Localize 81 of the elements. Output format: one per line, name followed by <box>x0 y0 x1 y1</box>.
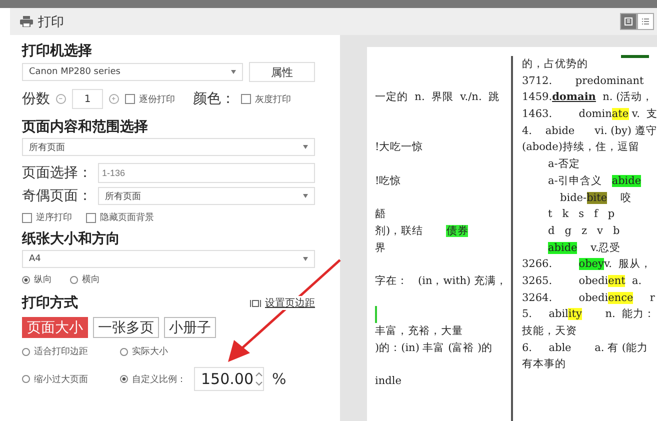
document-text-line: 字在： (in，with) 充满， <box>375 274 507 287</box>
highlight-mark <box>621 55 649 58</box>
document-text-line: 剂)，联结 债券 <box>375 224 468 237</box>
color-label: 颜色： <box>193 90 235 108</box>
radio-label: 纵向 <box>34 274 52 286</box>
document-text-line: 1463. dominate v. 支 <box>522 108 657 120</box>
document-text-line: bide-bite 咬 <box>560 192 632 204</box>
radio-button[interactable] <box>22 375 30 383</box>
page-view-icon[interactable] <box>620 13 637 30</box>
checkbox[interactable] <box>125 94 135 104</box>
radio-label: 适合打印边距 <box>34 346 88 358</box>
document-text-line: 6. able a. 有 (能力 <box>522 342 648 354</box>
document-text-line: 的，占优势的 <box>522 58 588 70</box>
caret-icon <box>303 194 308 198</box>
checkbox[interactable] <box>241 94 251 104</box>
radio-label: 缩小过大页面 <box>34 374 88 386</box>
document-text-line: 5. ability n. 能力： <box>522 308 656 320</box>
document-text-line: 界 <box>375 242 386 254</box>
document-text-line: indle <box>375 375 402 388</box>
document-text-line: a-引申含义 abide <box>548 174 642 187</box>
document-text-line: 4. abide vi. (by) 遵守 <box>522 124 657 137</box>
document-text-line: 1459.domain n. (活动， <box>522 91 654 104</box>
caret-icon <box>303 257 308 261</box>
section-heading: 页面内容和范围选择 <box>22 118 149 136</box>
caret-icon <box>231 70 236 74</box>
document-text-line: 3264. obedience r <box>522 292 655 304</box>
document-text-line: 技能，天资 <box>522 325 577 337</box>
section-heading: 打印方式 <box>22 294 78 312</box>
radio-button[interactable] <box>120 375 128 383</box>
page-selection-field[interactable]: 1-136 <box>98 163 315 183</box>
document-text-line: d g z v b <box>548 224 620 237</box>
document-text-line: abide v.忍受 <box>548 242 621 254</box>
section-heading: 纸张大小和方向 <box>22 230 121 248</box>
margin-icon <box>250 298 261 308</box>
scale-field[interactable]: 150.00 <box>194 367 264 391</box>
print-mode-tab[interactable]: 小册子 <box>164 317 216 338</box>
minus-icon[interactable] <box>56 94 66 104</box>
printer-dropdown[interactable]: Canon MP280 series <box>22 63 243 81</box>
checkbox[interactable] <box>22 212 32 222</box>
document-text-line: 有本事的 <box>522 358 566 370</box>
checkbox-label: 逆序打印 <box>36 212 72 224</box>
document-text-line: 3712. predominant <box>522 74 644 87</box>
checkbox[interactable] <box>86 212 96 222</box>
document-text-line: )的：(in) 丰富 (富裕 )的 <box>375 342 493 354</box>
print-mode-tab[interactable]: 页面大小 <box>22 317 88 338</box>
checkbox-label: 逐份打印 <box>139 94 175 106</box>
page-selection-label: 页面选择： <box>22 164 92 182</box>
window-title: 打印 <box>38 14 64 30</box>
paper-size-dropdown[interactable]: A4 <box>22 250 315 268</box>
document-text-line: a-否定 <box>548 158 580 170</box>
radio-button[interactable] <box>70 276 78 284</box>
odd-even-label: 奇偶页面： <box>22 187 92 205</box>
document-text-line: 一定的 n. 界限 v./n. 跳 <box>375 91 500 104</box>
document-text-line: t k s f p <box>548 208 615 220</box>
properties-button[interactable]: 属性 <box>249 62 315 82</box>
copies-field[interactable]: 1 <box>72 89 103 109</box>
list-view-icon[interactable] <box>637 13 654 30</box>
margin-settings-link[interactable]: 设置页边距 <box>265 296 315 310</box>
printer-icon <box>20 16 33 27</box>
document-text-line: 3266. obeyv. 服从， <box>522 258 652 270</box>
radio-label: 实际大小 <box>132 346 168 358</box>
checkbox-label: 灰度打印 <box>255 94 291 106</box>
document-text-line: 龉 <box>375 208 386 220</box>
document-text-line: !大吃一惊 <box>375 141 424 154</box>
percent-label: % <box>272 370 286 388</box>
copies-label: 份数 <box>22 90 50 108</box>
radio-button[interactable] <box>22 348 30 356</box>
caret-icon <box>303 145 308 149</box>
radio-label: 自定义比例： <box>132 374 186 386</box>
section-heading: 打印机选择 <box>22 42 93 60</box>
plus-icon[interactable] <box>109 94 119 104</box>
radio-button[interactable] <box>22 276 30 284</box>
print-mode-tab[interactable]: 一张多页 <box>93 317 159 338</box>
range-dropdown[interactable]: 所有页面 <box>22 138 315 156</box>
document-text-line: 丰富，充裕，大量 <box>375 325 463 337</box>
radio-label: 横向 <box>82 274 100 286</box>
checkbox-label: 隐藏页面背景 <box>100 212 154 224</box>
odd-even-dropdown[interactable]: 所有页面 <box>98 187 315 205</box>
document-text-line: (abode)持续，住，逗留 <box>522 141 640 154</box>
radio-button[interactable] <box>120 348 128 356</box>
document-text-line: !吃惊 <box>375 174 402 187</box>
